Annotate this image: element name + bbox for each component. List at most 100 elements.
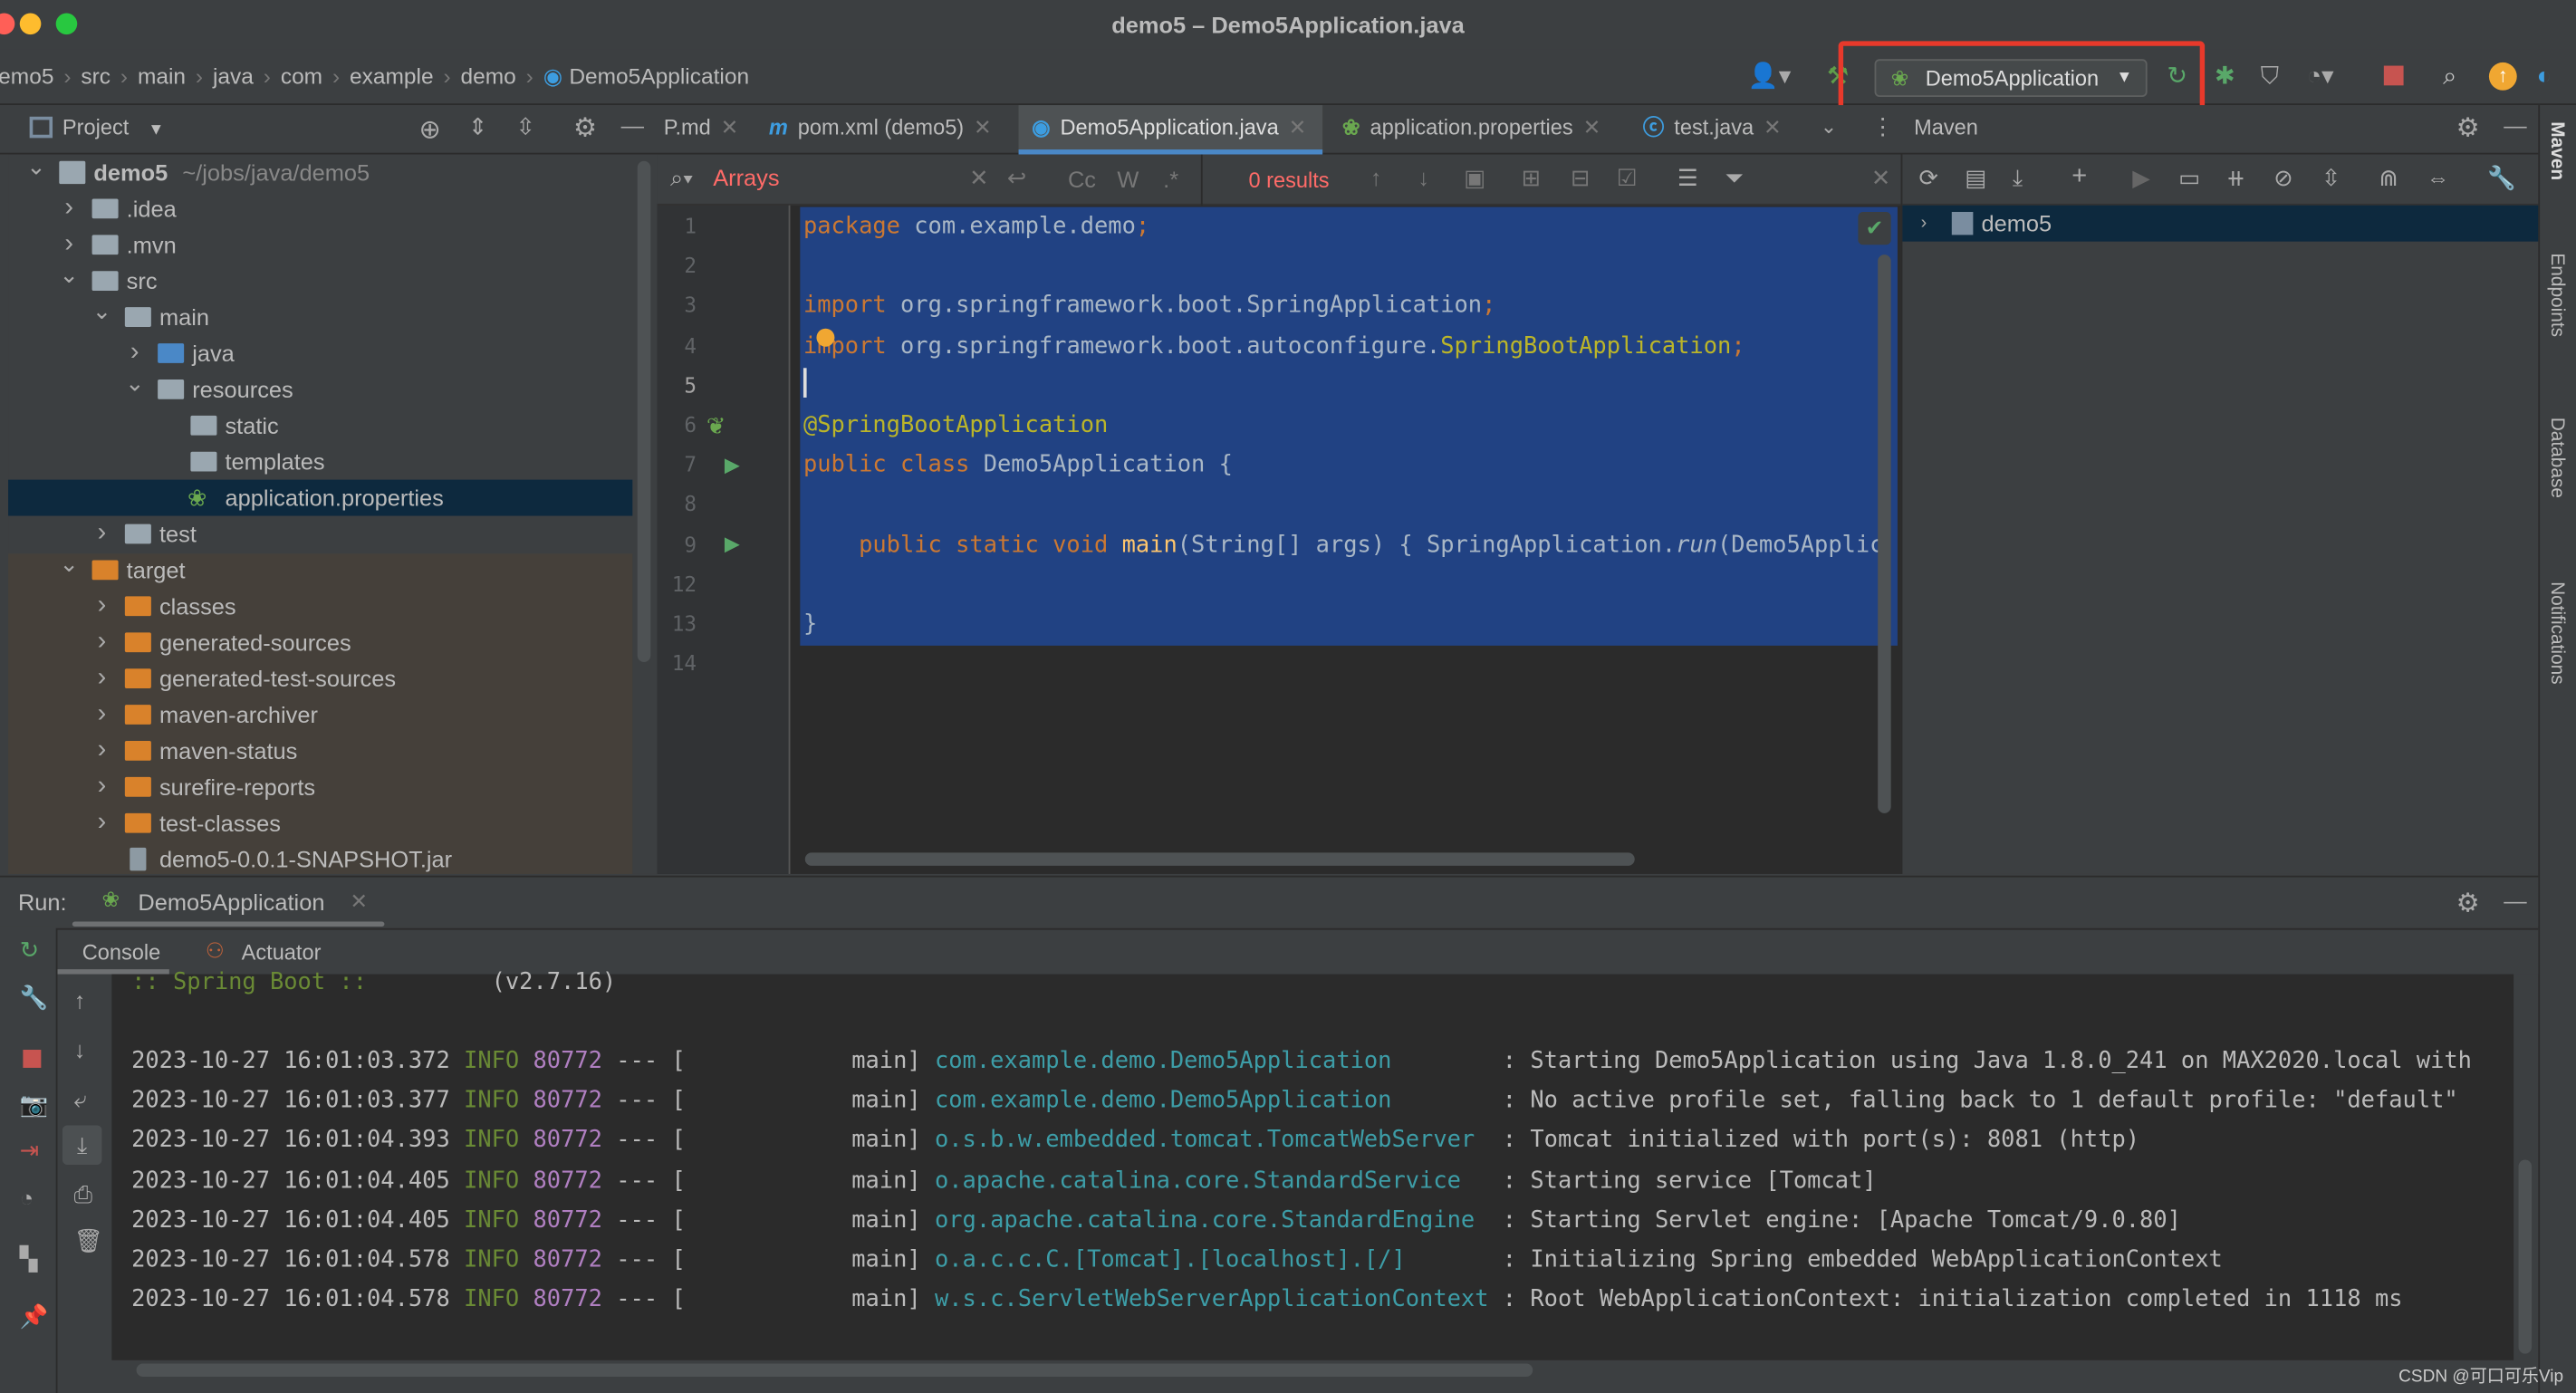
next-occurrence-icon[interactable]: ↓ [1418, 164, 1429, 190]
up-arrow-icon[interactable]: ↑ [74, 987, 86, 1014]
close-tab-icon[interactable]: ✕ [1583, 115, 1601, 139]
reload-icon[interactable]: ⟳ [1919, 164, 1938, 192]
tab-demo5application-java[interactable]: ◉ Demo5Application.java ✕ [1018, 105, 1323, 155]
chevron-right-icon[interactable]: › [92, 588, 112, 624]
code-line[interactable]: public static void main(String[] args) {… [803, 525, 1883, 565]
collapse-icon[interactable]: ⇳ [2321, 164, 2341, 192]
expand-all-icon[interactable]: ⇕ [468, 113, 487, 141]
run-main-gutter-icon[interactable]: ▶ [725, 533, 740, 555]
chevron-right-icon[interactable]: › [92, 805, 112, 841]
profiler-icon[interactable]: ◔ [20, 1185, 34, 1211]
tab-application-properties[interactable]: ❀ application.properties ✕ [1342, 105, 1600, 154]
run-gear-icon[interactable]: ⚙ [2456, 887, 2480, 919]
wrench-icon[interactable]: 🔧 [2487, 164, 2516, 192]
close-tab-icon[interactable]: ✕ [974, 115, 992, 139]
match-case-toggle[interactable]: Cc [1068, 166, 1096, 192]
inspection-ok-icon[interactable]: ✔ [1858, 211, 1891, 245]
search-input[interactable]: Arrays [713, 164, 779, 190]
code-line[interactable]: @SpringBootApplication [803, 406, 1108, 446]
tab-console[interactable]: Console [82, 939, 161, 964]
download-icon[interactable]: ⤓ [2013, 164, 2023, 192]
code-line[interactable]: public class Demo5Application { [803, 446, 1233, 485]
chevron-right-icon[interactable]: › [92, 660, 112, 696]
new-line-icon[interactable]: ↩ [1007, 164, 1026, 192]
chevron-right-icon[interactable]: › [1914, 206, 1934, 242]
zoom-window-button[interactable] [55, 13, 78, 35]
tree-item[interactable]: ⌄ resources [8, 370, 632, 408]
collapse-all-icon[interactable]: ⇳ [516, 113, 535, 141]
whole-words-toggle[interactable]: W [1117, 166, 1139, 192]
breadcrumb-item[interactable]: src [81, 49, 111, 105]
chevron-right-icon[interactable]: › [92, 516, 112, 552]
more-options-icon[interactable]: ⋮ [1871, 113, 1894, 141]
modify-config-icon[interactable]: 🔧 [20, 984, 49, 1012]
code-line[interactable]: import org.springframework.boot.SpringAp… [803, 286, 1495, 326]
console-vertical-scrollbar[interactable] [2518, 1159, 2533, 1354]
chevron-right-icon[interactable]: › [92, 733, 112, 769]
hide-icon[interactable]: — [621, 111, 644, 138]
close-tab-icon[interactable]: ✕ [1289, 115, 1307, 139]
tab-actuator[interactable]: Actuator [242, 939, 322, 964]
breadcrumb-item[interactable]: lemo5 [0, 49, 53, 105]
run-tab-label[interactable]: Demo5Application [138, 889, 324, 915]
chevron-right-icon[interactable]: › [92, 696, 112, 733]
tree-item[interactable]: › .mvn [8, 226, 632, 263]
run-goal-icon[interactable]: ▶ [2132, 164, 2150, 192]
intention-bulb-icon[interactable] [816, 328, 835, 347]
search-icon[interactable]: ⌕ [2443, 62, 2456, 92]
chevron-down-icon[interactable]: ⌄ [26, 148, 46, 184]
search-history-icon[interactable]: ⌕▾ [670, 164, 693, 192]
spring-bean-gutter-icon[interactable]: ❦ [706, 412, 726, 440]
tree-item[interactable]: › surefire-reports [8, 769, 632, 805]
tree-item[interactable]: › maven-status [8, 733, 632, 769]
profile-icon[interactable]: ◔▾ [2307, 62, 2334, 92]
expand-icon[interactable]: ⇔ [2427, 164, 2449, 190]
select-all-icon[interactable]: ☑ [1617, 164, 1638, 192]
maven-hide-icon[interactable]: — [2504, 111, 2526, 138]
code-line[interactable] [803, 366, 807, 406]
breadcrumb-item[interactable]: demo [461, 49, 516, 105]
add-occurrence-icon[interactable]: ⊞ [1522, 164, 1541, 192]
tree-item[interactable]: demo5-0.0.1-SNAPSHOT.jar [8, 841, 632, 878]
print-icon[interactable]: ⎙ [74, 1181, 92, 1209]
toolbox-icon[interactable]: ◐ [2537, 62, 2552, 92]
rerun-icon[interactable]: ↻ [20, 937, 39, 965]
tree-item[interactable]: › test [8, 516, 632, 552]
tree-item[interactable]: ⌄ target [8, 551, 632, 588]
show-dependencies-icon[interactable]: ⋒ [2379, 164, 2398, 192]
chevron-right-icon[interactable]: › [59, 190, 79, 226]
database-tool-button[interactable]: Database [2546, 418, 2566, 498]
vcs-user-icon[interactable]: 👤▾ [1748, 62, 1792, 92]
coverage-icon[interactable]: ⛉ [2261, 62, 2279, 92]
tree-item[interactable]: ⌄ main [8, 297, 632, 335]
trash-icon[interactable]: 🗑 [74, 1227, 103, 1255]
tab-p-md[interactable]: P.md ✕ [664, 105, 739, 154]
maven-gear-icon[interactable]: ⚙ [2456, 111, 2480, 144]
down-arrow-icon[interactable]: ↓ [74, 1037, 86, 1063]
breadcrumb-item[interactable]: com [281, 49, 322, 105]
maven-tree-item[interactable]: › demo5 [1902, 205, 2541, 242]
update-icon[interactable]: ↑ [2488, 62, 2517, 91]
breadcrumb-item[interactable]: Demo5Application [569, 49, 749, 105]
tree-item[interactable]: › maven-archiver [8, 696, 632, 733]
layout-icon[interactable]: ▚ [20, 1245, 38, 1273]
project-view-select[interactable]: Project ▼ [29, 105, 164, 154]
generate-sources-icon[interactable]: ▤ [1965, 164, 1986, 192]
run-hide-icon[interactable]: — [2504, 887, 2526, 913]
tree-item[interactable]: ❀ application.properties [8, 479, 633, 516]
exit-icon[interactable]: ⇥ [20, 1137, 39, 1165]
tree-item[interactable]: ⌄ demo5 ~/jobs/java/demo5 [8, 153, 632, 190]
tree-item[interactable]: › generated-sources [8, 624, 632, 660]
tree-item[interactable]: › test-classes [8, 805, 632, 841]
filter-options-icon[interactable]: ☰ [1677, 164, 1698, 192]
breadcrumb-item[interactable]: main [138, 49, 186, 105]
debug-icon[interactable]: ✱ [2215, 62, 2235, 92]
tab-test-java[interactable]: ⓒ test.java ✕ [1643, 105, 1782, 154]
chevron-right-icon[interactable]: › [92, 624, 112, 660]
close-tab-icon[interactable]: ✕ [1764, 115, 1782, 139]
breadcrumb-item[interactable]: java [213, 49, 254, 105]
tab-pom-xml-demo5-[interactable]: m pom.xml (demo5) ✕ [769, 105, 992, 154]
locate-icon[interactable]: ⊕ [419, 113, 441, 146]
maven-tool-button[interactable]: Maven [2546, 121, 2566, 180]
regex-toggle[interactable]: .* [1163, 166, 1178, 192]
